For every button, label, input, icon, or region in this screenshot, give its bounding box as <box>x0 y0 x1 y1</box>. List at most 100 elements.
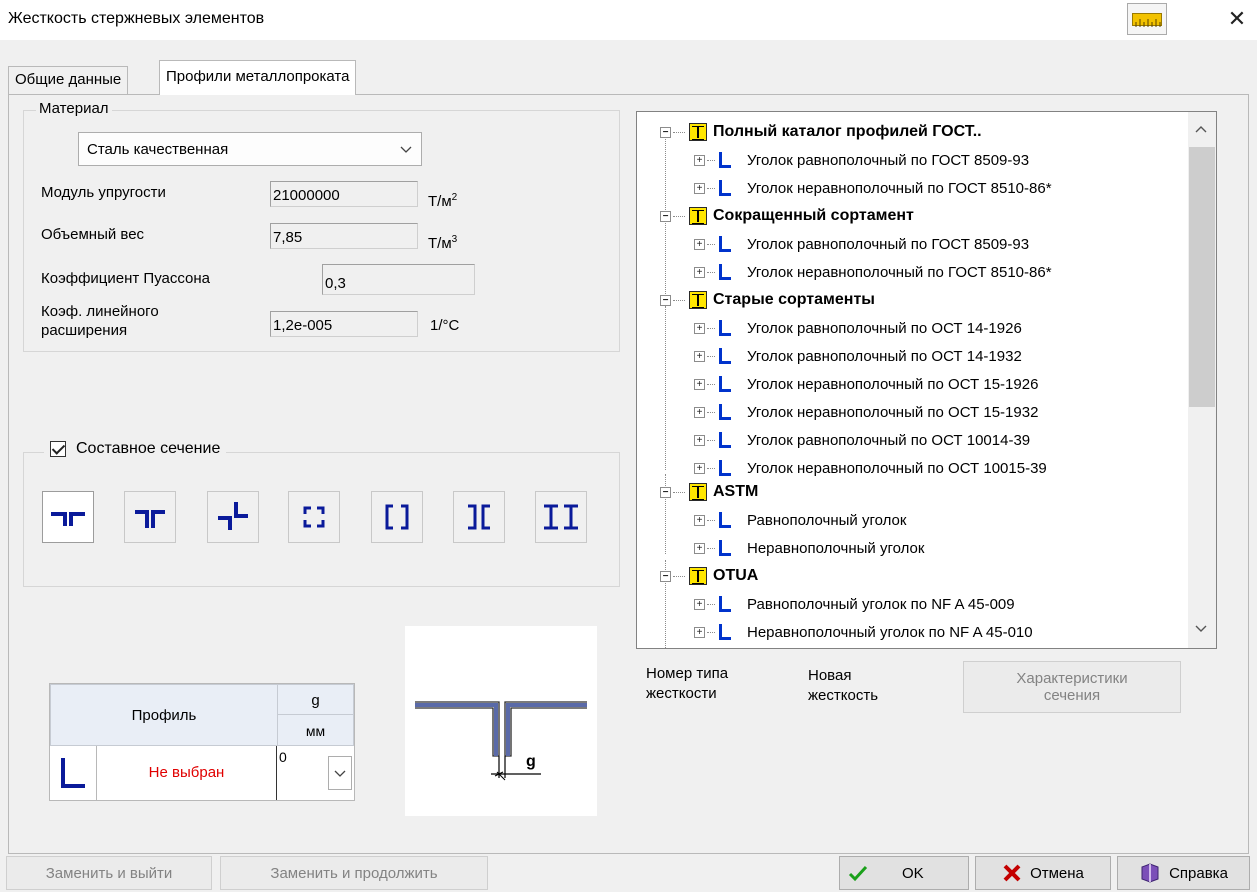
thermal-field[interactable]: 1,2e-005 <box>270 311 418 337</box>
profile-catalog-tree[interactable]: − Полный каталог профилей ГОСТ.. + Уголок… <box>636 111 1217 649</box>
tree-group-otua[interactable]: − OTUA <box>660 562 758 590</box>
expand-icon[interactable]: + <box>694 238 705 250</box>
tab-general-data[interactable]: Общие данные <box>8 66 129 94</box>
tree-item-label: Уголок равнополочный по ГОСТ 8509-93 <box>747 151 1030 169</box>
section-four-angles-button[interactable] <box>288 491 340 543</box>
catalog-icon <box>689 207 707 225</box>
help-button[interactable]: Справка <box>1117 856 1250 890</box>
tree-group-full-gost[interactable]: − Полный каталог профилей ГОСТ.. <box>660 118 982 146</box>
replace-exit-button[interactable]: Заменить и выйти <box>6 856 212 890</box>
tree-item[interactable]: + Уголок равнополочный по ГОСТ 8509-93 <box>694 146 1029 174</box>
tab-metal-profiles[interactable]: Профили металлопроката <box>159 60 357 95</box>
tree-group-label: Сокращенный сортамент <box>713 207 914 224</box>
window-title: Жесткость стержневых элементов <box>8 10 265 27</box>
tree-item[interactable]: + Уголок неравнополочный по ОСТ 15-1932 <box>694 398 1038 426</box>
angle-profile-icon <box>719 596 731 612</box>
expand-icon[interactable]: + <box>694 182 705 194</box>
four-angles-box-icon <box>303 506 325 528</box>
expand-icon[interactable]: + <box>694 626 705 638</box>
elastic-modulus-unit: Т/м2 <box>428 192 458 210</box>
expand-icon[interactable]: + <box>694 266 705 278</box>
section-cross-button[interactable] <box>207 491 259 543</box>
ruler-button[interactable] <box>1127 3 1167 35</box>
volume-weight-field[interactable]: 7,85 <box>270 223 418 249</box>
tree-group-label: Полный каталог профилей ГОСТ.. <box>713 123 982 140</box>
ruler-icon <box>1132 13 1162 27</box>
scroll-down-icon[interactable] <box>1193 622 1209 640</box>
collapse-icon[interactable]: − <box>660 486 671 498</box>
expand-icon[interactable]: + <box>694 434 705 446</box>
section-channels-back-button[interactable] <box>453 491 505 543</box>
expand-icon[interactable]: + <box>694 378 705 390</box>
angle-profile-icon <box>719 264 731 280</box>
section-tee-button[interactable] <box>124 491 176 543</box>
help-book-icon <box>1141 863 1159 883</box>
tree-item-label: Уголок равнополочный по ОСТ 14-1932 <box>747 347 1022 365</box>
thermal-label-1: Коэф. линейного <box>41 303 159 320</box>
collapse-icon[interactable]: − <box>660 210 671 222</box>
section-channels-box-button[interactable] <box>371 491 423 543</box>
two-angles-back-to-back-icon <box>51 512 85 526</box>
tree-group-label: OTUA <box>713 567 759 584</box>
angle-profile-icon <box>719 460 731 476</box>
expand-icon[interactable]: + <box>694 542 705 554</box>
tree-item[interactable]: + Уголок равнополочный по ГОСТ 8509-93 <box>694 230 1029 258</box>
composite-label: Составное сечение <box>76 440 221 457</box>
elastic-modulus-field[interactable]: 21000000 <box>270 181 418 207</box>
replace-continue-button[interactable]: Заменить и продолжить <box>220 856 488 890</box>
tree-item-label: Неравнополочный уголок <box>747 539 925 557</box>
collapse-icon[interactable]: − <box>660 294 671 306</box>
thermal-label-2: расширения <box>41 322 128 339</box>
angle-profile-icon <box>719 180 731 196</box>
g-value-cell[interactable]: 0 <box>277 746 327 800</box>
profile-type-cell[interactable] <box>50 746 97 800</box>
expand-icon[interactable]: + <box>694 514 705 526</box>
chevron-down-icon <box>399 139 413 162</box>
expand-icon[interactable]: + <box>694 154 705 166</box>
angle-profile-icon <box>719 512 731 528</box>
scroll-up-icon[interactable] <box>1193 122 1209 140</box>
tree-item[interactable]: + Равнополочный уголок по NF A 45-009 <box>694 590 1015 618</box>
tree-item[interactable]: + Равнополочный уголок <box>694 506 906 534</box>
cancel-button[interactable]: Отмена <box>975 856 1111 890</box>
expand-icon[interactable]: + <box>694 462 705 474</box>
two-channels-back-icon <box>468 504 490 530</box>
expand-icon[interactable]: + <box>694 350 705 362</box>
tree-group-astm[interactable]: − ASTM <box>660 478 758 506</box>
tree-item-label: Равнополочный уголок по NF A 45-009 <box>747 595 1015 613</box>
expand-icon[interactable]: + <box>694 406 705 418</box>
tree-item-label: Уголок равнополочный по ОСТ 14-1926 <box>747 319 1022 337</box>
material-legend: Материал <box>36 100 112 117</box>
tree-group-old-assortments[interactable]: − Старые сортаменты <box>660 286 875 314</box>
close-icon[interactable]: ✕ <box>1222 4 1252 34</box>
tree-item-label: Неравнополочный уголок по NF A 45-010 <box>747 623 1033 641</box>
tree-item[interactable]: + Уголок равнополочный по ОСТ 14-1926 <box>694 314 1022 342</box>
tree-item[interactable]: + Уголок неравнополочный по ГОСТ 8510-86* <box>694 174 1052 202</box>
volume-weight-unit: Т/м3 <box>428 234 458 252</box>
poisson-field[interactable]: 0,3 <box>322 264 475 295</box>
tree-scrollbar-thumb[interactable] <box>1189 147 1215 407</box>
collapse-icon[interactable]: − <box>660 126 671 138</box>
g-dropdown-button[interactable] <box>328 756 352 790</box>
tree-item[interactable]: + Уголок неравнополочный по ГОСТ 8510-86* <box>694 258 1052 286</box>
expand-icon[interactable]: + <box>694 322 705 334</box>
collapse-icon[interactable]: − <box>660 570 671 582</box>
profile-value-cell[interactable]: Не выбран <box>97 746 277 800</box>
tree-item[interactable]: + Неравнополочный уголок <box>694 534 924 562</box>
tree-item[interactable]: + Уголок неравнополочный по ОСТ 15-1926 <box>694 370 1038 398</box>
material-select[interactable]: Сталь качественная <box>78 132 422 166</box>
tree-item[interactable]: + Уголок равнополочный по ОСТ 14-1932 <box>694 342 1022 370</box>
ok-button[interactable]: OK <box>839 856 969 890</box>
tree-item[interactable]: + Неравнополочный уголок по NF A 45-010 <box>694 618 1033 646</box>
two-angles-tee-icon <box>135 510 165 528</box>
section-properties-button[interactable]: Характеристики сечения <box>963 661 1181 713</box>
tree-group-short-assortment[interactable]: − Сокращенный сортамент <box>660 202 914 230</box>
expand-icon[interactable]: + <box>694 598 705 610</box>
tree-item[interactable]: + Уголок равнополочный по ОСТ 10014-39 <box>694 426 1030 454</box>
composite-checkbox[interactable] <box>50 441 66 457</box>
section-ibeams-button[interactable] <box>535 491 587 543</box>
section-two-angles-back-button[interactable] <box>42 491 94 543</box>
angle-profile-icon <box>719 624 731 640</box>
angle-profile-icon <box>719 376 731 392</box>
angle-profile-icon <box>719 540 731 556</box>
